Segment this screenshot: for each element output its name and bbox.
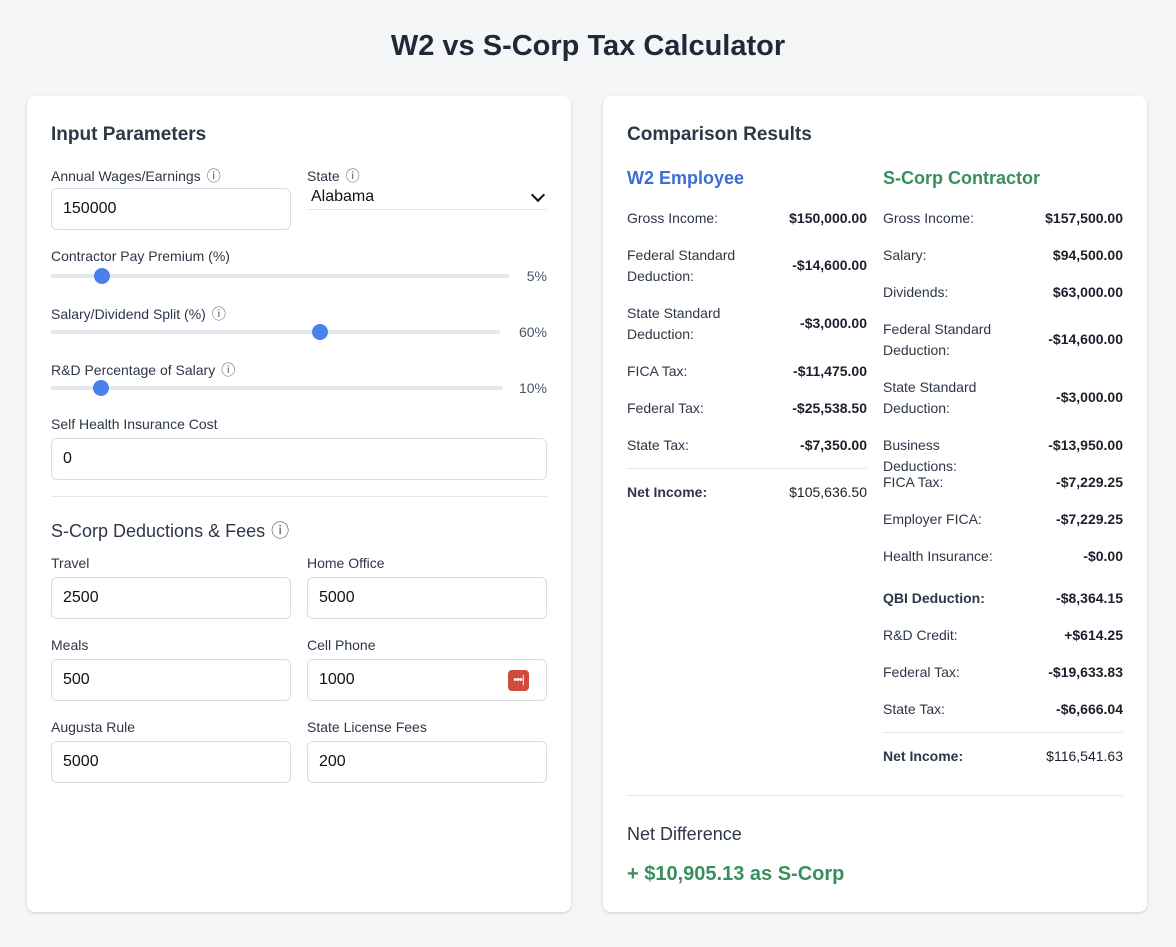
rd-label-text: R&D Percentage of Salary <box>51 362 216 378</box>
state-label-text: State <box>307 168 340 184</box>
rd-value: 10% <box>518 380 547 396</box>
rd-slider-thumb[interactable] <box>92 380 109 396</box>
scorp-row-value: -$3,000.00 <box>1056 389 1123 405</box>
info-icon[interactable]: ⓘ <box>346 168 360 184</box>
info-icon[interactable]: ⓘ <box>271 521 289 541</box>
scorp-row-value: -$7,229.25 <box>1056 511 1123 527</box>
split-label-text: Salary/Dividend Split (%) <box>51 306 206 322</box>
w2-row-value: -$7,350.00 <box>800 437 867 453</box>
scorp-row-value: +$614.25 <box>1064 627 1123 643</box>
w2-net-divider <box>627 468 867 469</box>
augusta-input[interactable]: 5000 <box>51 741 291 783</box>
scorp-net-divider <box>883 732 1123 733</box>
premium-slider[interactable] <box>51 268 509 284</box>
scorp-net-income-label: Net Income: <box>883 748 964 764</box>
health-label: Self Health Insurance Cost <box>51 416 218 432</box>
wages-label: Annual Wages/Earnings ⓘ <box>51 166 221 186</box>
license-fees-input[interactable]: 200 <box>307 741 547 783</box>
cell-phone-label: Cell Phone <box>307 637 376 653</box>
rd-slider[interactable] <box>51 380 503 396</box>
w2-row-value: -$25,538.50 <box>792 400 867 416</box>
net-difference-label: Net Difference <box>627 824 742 844</box>
scorp-row-value: $94,500.00 <box>1052 247 1123 263</box>
divider <box>51 496 547 497</box>
split-label: Salary/Dividend Split (%) ⓘ <box>51 304 226 324</box>
w2-column-title: W2 Employee <box>627 168 745 188</box>
state-select[interactable]: Alabama <box>307 186 547 210</box>
deductions-heading-text: S-Corp Deductions & Fees <box>51 521 266 541</box>
scorp-net-income-value: $116,541.63 <box>1046 748 1123 764</box>
divider <box>627 795 1123 796</box>
comparison-results-card: Comparison Results Net Difference + $10,… <box>603 96 1147 912</box>
page-title: W2 vs S-Corp Tax Calculator <box>390 30 786 62</box>
meals-input[interactable]: 500 <box>51 659 291 701</box>
scorp-row-value: -$8,364.15 <box>1056 590 1123 606</box>
meals-label: Meals <box>51 637 89 653</box>
state-select-value: Alabama <box>311 188 375 205</box>
comparison-results-heading: Comparison Results <box>627 124 812 145</box>
wages-input[interactable]: 150000 <box>51 188 291 230</box>
chevron-down-icon <box>530 187 546 203</box>
home-office-label: Home Office <box>307 555 385 571</box>
net-difference-value: + $10,905.13 as S-Corp <box>627 863 845 885</box>
info-icon[interactable]: ⓘ <box>212 306 226 322</box>
scorp-row-value: $63,000.00 <box>1052 284 1123 300</box>
deductions-heading: S-Corp Deductions & Fees ⓘ <box>51 517 289 543</box>
health-input[interactable]: 0 <box>51 438 547 480</box>
scorp-row-value: -$6,666.04 <box>1056 701 1123 717</box>
augusta-label: Augusta Rule <box>51 719 136 735</box>
w2-net-income-label: Net Income: <box>627 484 708 500</box>
w2-row-value: -$14,600.00 <box>792 257 867 273</box>
password-manager-icon[interactable]: •••| <box>508 670 529 691</box>
info-icon[interactable]: ⓘ <box>207 168 221 184</box>
premium-value: 5% <box>526 268 547 284</box>
scorp-row-value: $157,500.00 <box>1045 210 1123 226</box>
rd-label: R&D Percentage of Salary ⓘ <box>51 360 235 380</box>
license-fees-label: State License Fees <box>307 719 427 735</box>
cell-phone-input[interactable]: 1000 •••| <box>307 659 547 701</box>
split-slider-thumb[interactable] <box>312 324 329 340</box>
w2-row-value: -$11,475.00 <box>793 363 867 379</box>
scorp-row-value: -$7,229.25 <box>1056 474 1123 490</box>
input-parameters-card: Input Parameters Annual Wages/Earnings ⓘ … <box>27 96 571 912</box>
split-value: 60% <box>518 324 547 340</box>
state-label: State ⓘ <box>307 166 360 186</box>
travel-label: Travel <box>51 555 90 571</box>
scorp-row-value: -$19,633.83 <box>1048 664 1123 680</box>
input-parameters-heading: Input Parameters <box>51 124 207 145</box>
premium-slider-thumb[interactable] <box>94 268 111 284</box>
scorp-row-value: -$13,950.00 <box>1048 437 1123 453</box>
w2-net-income-value: $105,636.50 <box>789 484 867 500</box>
w2-row-value: $150,000.00 <box>789 210 867 226</box>
scorp-row-value: -$0.00 <box>1083 548 1123 564</box>
w2-row-value: -$3,000.00 <box>800 315 867 331</box>
cell-phone-value: 1000 <box>319 671 355 688</box>
home-office-input[interactable]: 5000 <box>307 577 547 619</box>
info-icon[interactable]: ⓘ <box>221 362 235 378</box>
split-slider[interactable] <box>51 324 500 340</box>
premium-label: Contractor Pay Premium (%) <box>51 248 230 264</box>
scorp-column-title: S-Corp Contractor <box>883 168 1040 188</box>
travel-input[interactable]: 2500 <box>51 577 291 619</box>
wages-label-text: Annual Wages/Earnings <box>51 168 201 184</box>
scorp-row-value: -$14,600.00 <box>1048 331 1123 347</box>
